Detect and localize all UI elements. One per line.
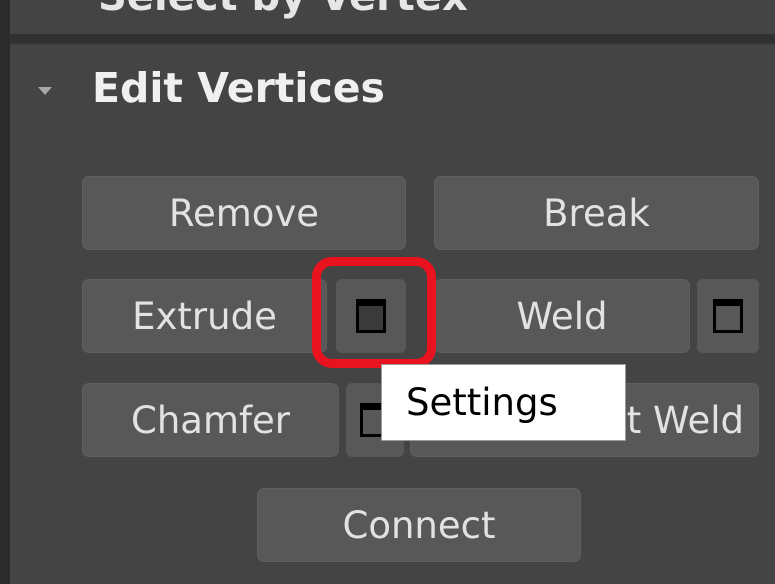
weld-button[interactable]: Weld bbox=[434, 279, 690, 353]
settings-tooltip: Settings bbox=[381, 364, 626, 441]
weld-settings-button[interactable] bbox=[697, 279, 759, 353]
remove-button[interactable]: Remove bbox=[82, 176, 406, 250]
panel-edge bbox=[0, 0, 10, 584]
previous-rollout: Select by Vertex bbox=[10, 0, 775, 34]
highlight-box bbox=[312, 257, 436, 368]
rollout-title[interactable]: Edit Vertices bbox=[92, 68, 385, 109]
connect-button[interactable]: Connect bbox=[257, 488, 581, 562]
previous-rollout-label: Select by Vertex bbox=[98, 0, 468, 20]
chamfer-button[interactable]: Chamfer bbox=[82, 383, 339, 457]
collapse-triangle-icon[interactable] bbox=[38, 87, 52, 95]
break-button[interactable]: Break bbox=[434, 176, 759, 250]
settings-window-icon bbox=[713, 299, 743, 333]
rollout-divider bbox=[10, 34, 775, 43]
extrude-button[interactable]: Extrude bbox=[82, 279, 327, 353]
